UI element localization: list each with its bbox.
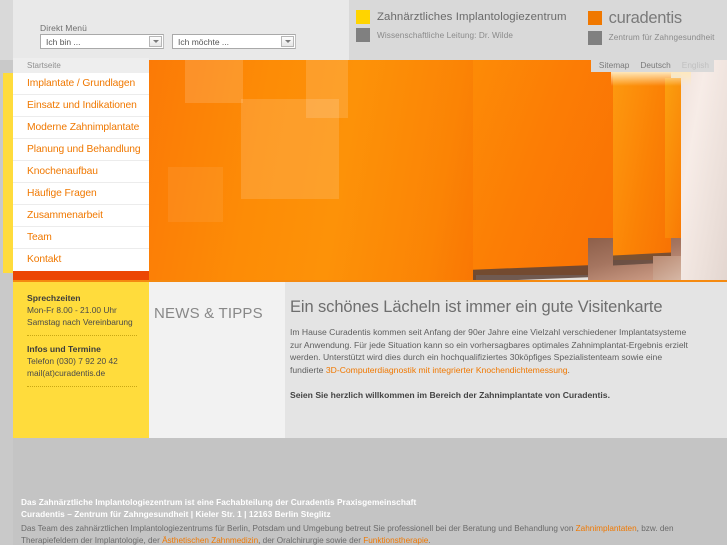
logo-block: Zahnärztliches Implantologiezentrum Wiss… (356, 10, 716, 50)
page-title: Ein schönes Lächeln ist immer ein gute V… (290, 298, 663, 316)
sidebar-item-moderne-zahnimplantate[interactable]: Moderne Zahnimplantate (13, 117, 149, 139)
footer: Das Zahnärztliche Implantologiezentrum i… (13, 438, 727, 545)
sidebar-item-einsatz-indikationen[interactable]: Einsatz und Indikationen (13, 95, 149, 117)
welcome-line: Seien Sie herzlich willkommen im Bereich… (290, 390, 610, 401)
footer-description: Das Team des zahnärztlichen Implantologi… (21, 523, 721, 545)
sidebar-item-team[interactable]: Team (13, 227, 149, 249)
info-divider (27, 335, 137, 336)
footer-address: Das Zahnärztliche Implantologiezentrum i… (21, 496, 416, 520)
sidebar-item-kontakt[interactable]: Kontakt (13, 249, 149, 271)
brand-name: curadentis (608, 9, 682, 27)
top-bar: Direkt Menü Ich bin ... Ich möchte ... Z… (0, 0, 727, 60)
footer-text-3: , der Oralchirurgie sowie der (258, 535, 364, 545)
breadcrumb: Startseite (13, 58, 149, 73)
brand-row: curadentis (587, 9, 715, 27)
link-3d-computerdiagnostik[interactable]: 3D-Computerdiagnostik mit integrierter K… (326, 365, 568, 375)
hero-overlay-square (168, 167, 223, 222)
sidebar-item-knochenaufbau[interactable]: Knochenaufbau (13, 161, 149, 183)
direkt-menu-selects: Ich bin ... Ich möchte ... (40, 34, 296, 49)
info-email[interactable]: mail(at)curadentis.de (27, 368, 137, 380)
sidebar-item-zusammenarbeit[interactable]: Zusammenarbeit (13, 205, 149, 227)
logo-subtitle: Wissenschaftliche Leitung: Dr. Wilde (377, 30, 514, 40)
info-heading-termine: Infos und Termine (27, 344, 101, 354)
hero-overlay-square (185, 60, 243, 103)
intro-text-after: . (567, 364, 570, 375)
sidebar-item-planung-behandlung[interactable]: Planung und Behandlung (13, 139, 149, 161)
link-deutsch[interactable]: Deutsch (640, 60, 670, 70)
main-content: Ein schönes Lächeln ist immer ein gute V… (285, 282, 727, 438)
select-ich-bin-value: Ich bin ... (46, 36, 81, 47)
main-navigation: Implantate / Grundlagen Einsatz und Indi… (13, 73, 149, 271)
logo-title: Zahnärztliches Implantologiezentrum (377, 11, 567, 23)
footer-line-1: Das Zahnärztliche Implantologiezentrum i… (21, 497, 417, 507)
select-ich-moechte-value: Ich möchte ... (178, 36, 230, 47)
link-english[interactable]: English (682, 60, 709, 70)
info-hours-weekday: Mon-Fr 8.00 - 21.00 Uhr (27, 305, 117, 315)
intro-paragraph: Im Hause Curadentis kommen seit Anfang d… (290, 326, 692, 376)
content-top-rule (13, 280, 727, 282)
sidebar-item-implantate-grundlagen[interactable]: Implantate / Grundlagen (13, 73, 149, 95)
chevron-down-icon[interactable] (149, 36, 162, 47)
info-divider (27, 386, 137, 387)
footer-line-2: Curadentis – Zentrum für Zahngesundheit … (21, 509, 331, 519)
brand-subtitle-row: Zentrum für Zahngesundheit (587, 30, 715, 45)
logo-title-row: Zahnärztliches Implantologiezentrum (356, 10, 567, 24)
info-box: Sprechzeiten Mon-Fr 8.00 - 21.00 Uhr Sam… (13, 282, 149, 438)
direkt-menu-panel: Direkt Menü Ich bin ... Ich möchte ... (13, 0, 349, 60)
footer-text-1: Das Team des zahnärztlichen Implantologi… (21, 524, 576, 533)
utility-links: Sitemap Deutsch English (590, 59, 714, 72)
select-ich-moechte[interactable]: Ich möchte ... (172, 34, 296, 49)
info-phone: Telefon (030) 7 92 20 42 (27, 356, 118, 366)
logo-curadentis[interactable]: curadentis Zentrum für Zahngesundheit (587, 9, 715, 50)
direkt-menu-label: Direkt Menü (40, 23, 87, 33)
nav-accent-strip (3, 73, 13, 273)
hero-wall-right (681, 60, 727, 282)
page-root: Direkt Menü Ich bin ... Ich möchte ... Z… (0, 0, 727, 545)
link-zahnimplantaten[interactable]: Zahnimplantaten (576, 524, 637, 533)
grey-square-icon (356, 28, 370, 42)
select-ich-bin[interactable]: Ich bin ... (40, 34, 164, 49)
hero-overlay-square (241, 99, 339, 199)
footer-text-4: . (428, 535, 431, 545)
brand-subtitle: Zentrum für Zahngesundheit (608, 33, 715, 42)
orange-square-icon (587, 11, 602, 26)
link-funktionstherapie[interactable]: Funktionstherapie (363, 536, 428, 545)
hero-wall-third (613, 67, 671, 260)
link-sitemap[interactable]: Sitemap (599, 60, 629, 70)
sidebar-item-haeufige-fragen[interactable]: Häufige Fragen (13, 183, 149, 205)
news-title: NEWS & TIPPS (154, 305, 263, 322)
info-heading-sprechzeiten: Sprechzeiten (27, 293, 81, 303)
news-column: NEWS & TIPPS (149, 282, 285, 438)
logo-implantologiezentrum[interactable]: Zahnärztliches Implantologiezentrum Wiss… (356, 10, 567, 50)
logo-subtitle-row: Wissenschaftliche Leitung: Dr. Wilde (356, 28, 567, 42)
link-aesthetische-zahnmedizin[interactable]: Ästhetischen Zahnmedizin (162, 536, 258, 545)
grey-square-icon (587, 30, 602, 45)
yellow-square-icon (356, 10, 370, 24)
chevron-down-icon[interactable] (281, 36, 294, 47)
info-hours-saturday: Samstag nach Vereinbarung (27, 316, 133, 327)
